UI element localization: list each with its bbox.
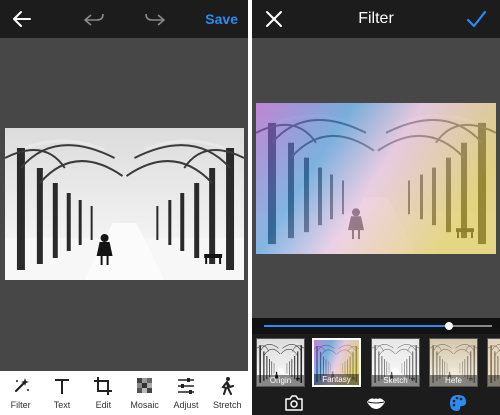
filter-label: Hefe	[430, 375, 477, 386]
magic-wand-icon	[14, 378, 29, 393]
tool-mosaic[interactable]: Mosaic	[124, 371, 165, 415]
filter-thumb-hefe[interactable]: Hefe	[429, 338, 478, 387]
tool-edit[interactable]: Edit	[83, 371, 124, 415]
tool-stretch[interactable]: Stretch	[207, 371, 248, 415]
tool-text[interactable]: Text	[41, 371, 82, 415]
tool-adjust[interactable]: Adjust	[165, 371, 206, 415]
filter-label: O	[488, 375, 500, 386]
filter-label: Fantasy	[314, 374, 359, 385]
undo-icon[interactable]	[82, 7, 106, 31]
filter-strip: Origin Fantasy Sketch Hefe	[252, 334, 500, 391]
filter-topbar: Filter	[252, 0, 500, 38]
editing-toolbar: Filter Text Edit Mosaic Adjust Stretch	[0, 371, 248, 415]
sliders-icon	[177, 378, 194, 394]
back-arrow-icon[interactable]	[10, 7, 34, 31]
filter-label: Sketch	[372, 375, 419, 386]
tool-label: Mosaic	[130, 400, 159, 410]
save-button[interactable]: Save	[205, 11, 238, 27]
intensity-slider[interactable]	[252, 318, 500, 334]
slider-track[interactable]	[264, 322, 492, 330]
filter-label: Origin	[257, 375, 304, 386]
snowy-park-photo-fantasy	[256, 103, 496, 254]
filter-category-bar	[252, 391, 500, 415]
slider-thumb[interactable]	[444, 322, 453, 330]
snowy-park-photo	[5, 128, 244, 280]
slider-fill	[264, 325, 449, 327]
filter-thumb-origin[interactable]: Origin	[256, 338, 305, 387]
mosaic-icon	[136, 378, 152, 393]
camera-icon[interactable]	[284, 393, 304, 413]
checkmark-icon[interactable]	[464, 7, 488, 31]
tool-label: Edit	[95, 400, 112, 410]
photo-preview	[5, 128, 244, 280]
filter-thumb-partial[interactable]: O	[487, 338, 500, 387]
tool-label: Adjust	[173, 400, 199, 410]
photo-preview-filtered	[256, 103, 496, 254]
screen-title: Filter	[358, 10, 394, 27]
editor-topbar: Save	[0, 0, 248, 38]
filter-thumb-sketch[interactable]: Sketch	[371, 338, 420, 387]
filter-screen: Filter Origin Fantasy Sketch Hefe	[252, 0, 500, 415]
filter-thumb-fantasy[interactable]: Fantasy	[312, 338, 361, 387]
palette-icon[interactable]	[448, 393, 468, 413]
lips-icon[interactable]	[366, 393, 386, 413]
tool-label: Filter	[10, 400, 31, 410]
tool-label: Stretch	[213, 400, 242, 410]
text-icon	[54, 379, 69, 394]
stretch-icon	[221, 377, 235, 395]
tool-label: Text	[53, 400, 71, 410]
redo-icon[interactable]	[143, 7, 167, 31]
editor-screen: Save Filter Text Edit Mosaic Adjust Stre…	[0, 0, 248, 415]
tool-filter[interactable]: Filter	[0, 371, 41, 415]
crop-icon	[94, 377, 113, 395]
